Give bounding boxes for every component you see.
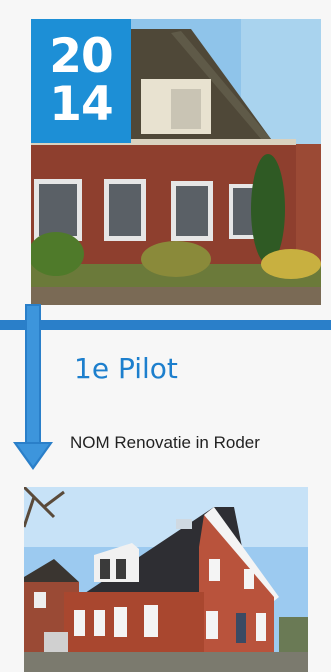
arrow-down-icon bbox=[13, 304, 53, 470]
year-badge: 20 14 bbox=[31, 19, 131, 143]
year-bottom: 14 bbox=[49, 77, 113, 132]
year-top: 20 bbox=[49, 29, 113, 84]
house-photo-after bbox=[24, 487, 308, 672]
pilot-title: 1e Pilot bbox=[74, 352, 178, 385]
pilot-description: NOM Renovatie in Roder bbox=[70, 433, 260, 452]
